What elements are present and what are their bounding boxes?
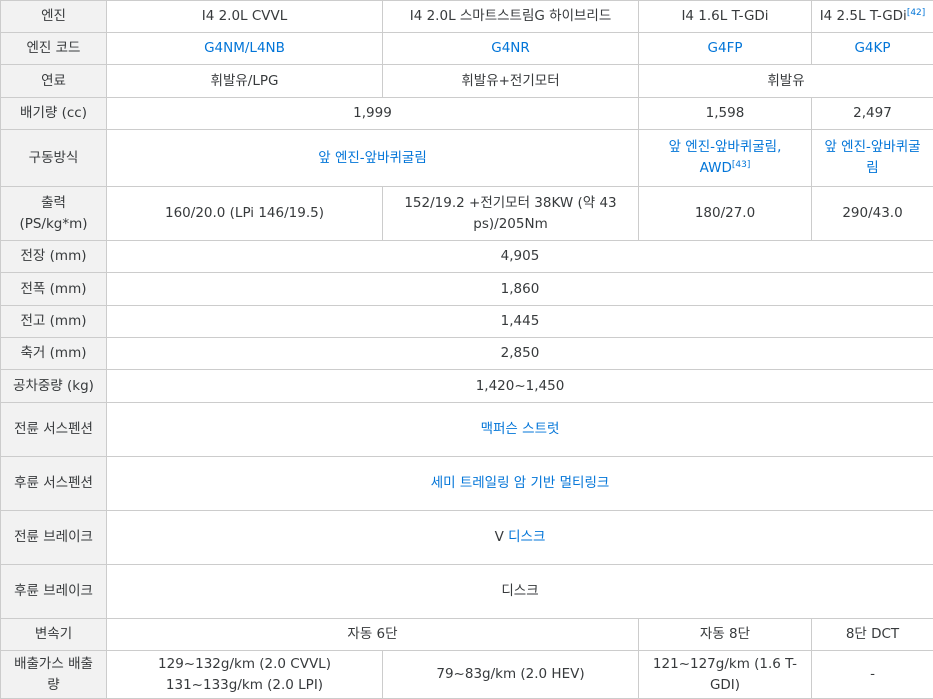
engine-code-g4nr-link[interactable]: G4NR [383, 33, 639, 65]
label-displacement: 배기량 (cc) [1, 98, 107, 130]
row-front-brake: 전륜 브레이크 V 디스크 [1, 511, 933, 565]
emission-25tgdi: - [812, 651, 933, 699]
engine-25tgdi: I4 2.5L T-GDi [820, 8, 907, 24]
row-emission: 배출가스 배출량 129~132g/km (2.0 CVVL) 131~133g… [1, 651, 933, 699]
label-front-brake: 전륜 브레이크 [1, 511, 107, 565]
label-fuel: 연료 [1, 65, 107, 98]
engine-code-g4nm-link[interactable]: G4NM/L4NB [107, 33, 383, 65]
emission-16tgdi: 121~127g/km (1.6 T-GDI) [639, 651, 812, 699]
drive-ff-link[interactable]: 앞 엔진-앞바퀴굴림 [107, 130, 639, 187]
footnote-43-link[interactable]: [43] [732, 160, 750, 170]
row-fuel: 연료 휘발유/LPG 휘발유+전기모터 휘발유 [1, 65, 933, 98]
label-drive: 구동방식 [1, 130, 107, 187]
power-hybrid: 152/19.2 +전기모터 38KW (약 43 ps)/205Nm [383, 187, 639, 241]
engine-cvvl: I4 2.0L CVVL [107, 1, 383, 33]
label-engine: 엔진 [1, 1, 107, 33]
rear-brake-value: 디스크 [107, 565, 933, 619]
curb-weight-value: 1,420~1,450 [107, 370, 933, 403]
displacement-25: 2,497 [812, 98, 933, 130]
wheelbase-value: 2,850 [107, 338, 933, 370]
front-suspension-link[interactable]: 맥퍼슨 스트럿 [107, 403, 933, 457]
front-brake-disc-link[interactable]: 디스크 [508, 529, 545, 545]
drive-ff-25-link[interactable]: 앞 엔진-앞바퀴굴림 [812, 130, 933, 187]
row-drive: 구동방식 앞 엔진-앞바퀴굴림 앞 엔진-앞바퀴굴림, AWD[43] 앞 엔진… [1, 130, 933, 187]
row-rear-suspension: 후륜 서스펜션 세미 트레일링 암 기반 멀티링크 [1, 457, 933, 511]
fuel-gasoline-lpg: 휘발유/LPG [107, 65, 383, 98]
length-value: 4,905 [107, 241, 933, 273]
transmission-8at: 자동 8단 [639, 619, 812, 651]
row-engine-code: 엔진 코드 G4NM/L4NB G4NR G4FP G4KP [1, 33, 933, 65]
transmission-6at: 자동 6단 [107, 619, 639, 651]
row-height: 전고 (mm) 1,445 [1, 306, 933, 338]
emission-hybrid: 79~83g/km (2.0 HEV) [383, 651, 639, 699]
rear-suspension-link[interactable]: 세미 트레일링 암 기반 멀티링크 [107, 457, 933, 511]
height-value: 1,445 [107, 306, 933, 338]
drive-ff-awd-link[interactable]: 앞 엔진-앞바퀴굴림, AWD [669, 139, 782, 176]
power-16tgdi: 180/27.0 [639, 187, 812, 241]
label-emission: 배출가스 배출량 [1, 651, 107, 699]
label-transmission: 변속기 [1, 619, 107, 651]
displacement-16: 1,598 [639, 98, 812, 130]
row-length: 전장 (mm) 4,905 [1, 241, 933, 273]
row-displacement: 배기량 (cc) 1,999 1,598 2,497 [1, 98, 933, 130]
width-value: 1,860 [107, 273, 933, 306]
row-width: 전폭 (mm) 1,860 [1, 273, 933, 306]
spec-table: 엔진 I4 2.0L CVVL I4 2.0L 스마트스트림G 하이브리드 I4… [0, 0, 933, 699]
transmission-8dct: 8단 DCT [812, 619, 933, 651]
front-brake-cell: V 디스크 [107, 511, 933, 565]
front-brake-prefix: V [495, 529, 504, 545]
label-length: 전장 (mm) [1, 241, 107, 273]
power-cvvl: 160/20.0 (LPi 146/19.5) [107, 187, 383, 241]
row-front-suspension: 전륜 서스펜션 맥퍼슨 스트럿 [1, 403, 933, 457]
engine-code-g4fp-link[interactable]: G4FP [639, 33, 812, 65]
row-wheelbase: 축거 (mm) 2,850 [1, 338, 933, 370]
engine-16tgdi: I4 1.6L T-GDi [639, 1, 812, 33]
label-wheelbase: 축거 (mm) [1, 338, 107, 370]
label-height: 전고 (mm) [1, 306, 107, 338]
emission-cvvl: 129~132g/km (2.0 CVVL) 131~133g/km (2.0 … [107, 651, 383, 699]
label-engine-code: 엔진 코드 [1, 33, 107, 65]
engine-code-g4kp-link[interactable]: G4KP [812, 33, 933, 65]
engine-hybrid: I4 2.0L 스마트스트림G 하이브리드 [383, 1, 639, 33]
row-rear-brake: 후륜 브레이크 디스크 [1, 565, 933, 619]
label-width: 전폭 (mm) [1, 273, 107, 306]
row-transmission: 변속기 자동 6단 자동 8단 8단 DCT [1, 619, 933, 651]
displacement-20: 1,999 [107, 98, 639, 130]
label-rear-suspension: 후륜 서스펜션 [1, 457, 107, 511]
footnote-42-link[interactable]: [42] [907, 8, 925, 18]
row-engine: 엔진 I4 2.0L CVVL I4 2.0L 스마트스트림G 하이브리드 I4… [1, 1, 933, 33]
power-25tgdi: 290/43.0 [812, 187, 933, 241]
row-curb-weight: 공차중량 (kg) 1,420~1,450 [1, 370, 933, 403]
label-curb-weight: 공차중량 (kg) [1, 370, 107, 403]
fuel-gasoline: 휘발유 [639, 65, 933, 98]
label-rear-brake: 후륜 브레이크 [1, 565, 107, 619]
drive-awd-cell: 앞 엔진-앞바퀴굴림, AWD[43] [639, 130, 812, 187]
fuel-hybrid: 휘발유+전기모터 [383, 65, 639, 98]
label-power: 출력 (PS/kg*m) [1, 187, 107, 241]
row-power: 출력 (PS/kg*m) 160/20.0 (LPi 146/19.5) 152… [1, 187, 933, 241]
engine-25tgdi-cell: I4 2.5L T-GDi[42] [812, 1, 933, 33]
label-front-suspension: 전륜 서스펜션 [1, 403, 107, 457]
